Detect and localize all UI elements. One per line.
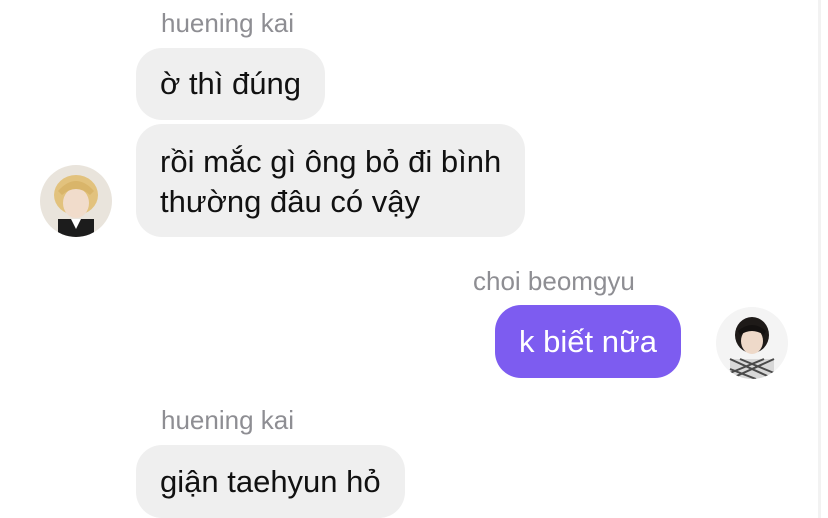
message-bubble-incoming[interactable]: ờ thì đúng	[136, 48, 325, 120]
scroll-edge	[818, 0, 821, 518]
avatar-photo-icon	[40, 165, 112, 237]
avatar-huening-kai[interactable]	[40, 165, 112, 237]
sender-name-huening-kai: huening kai	[161, 8, 294, 38]
avatar-choi-beomgyu[interactable]	[716, 307, 788, 379]
message-bubble-incoming[interactable]: rồi mắc gì ông bỏ đi bình thường đâu có …	[136, 124, 526, 237]
avatar-photo-icon	[716, 307, 788, 379]
sender-name-choi-beomgyu: choi beomgyu	[473, 266, 635, 296]
sender-name-huening-kai: huening kai	[161, 405, 294, 435]
message-bubble-outgoing[interactable]: k biết nữa	[495, 305, 681, 378]
message-bubble-incoming[interactable]: giận taehyun hỏ	[136, 445, 405, 518]
